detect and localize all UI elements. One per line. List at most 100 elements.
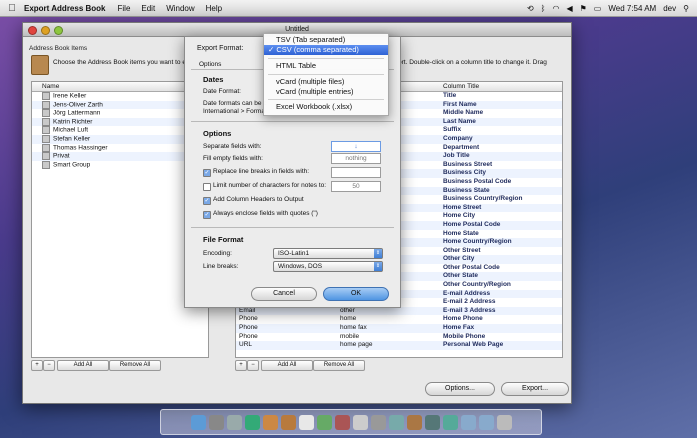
column-title-cell[interactable]: Job Title xyxy=(443,152,470,161)
finder-icon[interactable] xyxy=(190,414,206,430)
ichat-icon[interactable] xyxy=(262,414,278,430)
remove-button[interactable]: − xyxy=(43,360,55,371)
menu-item-csv[interactable]: ✓ CSV (comma separated) xyxy=(264,45,388,55)
wifi-icon[interactable]: ◠ xyxy=(552,4,559,13)
tab-options[interactable]: Options xyxy=(199,61,221,68)
column-title-cell[interactable]: Other Street xyxy=(443,247,481,256)
separate-fields-input[interactable]: ↓ xyxy=(331,141,381,152)
terminal-icon[interactable] xyxy=(424,414,440,430)
add-headers-checkbox[interactable]: ✓ xyxy=(203,197,211,205)
column-title-cell[interactable]: Other Country/Region xyxy=(443,281,511,290)
column-title-cell[interactable]: E-mail Address xyxy=(443,290,490,299)
list-item[interactable]: Jörg Lattermann xyxy=(32,109,208,118)
list-item[interactable]: Stefan Keller xyxy=(32,134,208,144)
ok-button[interactable]: OK xyxy=(323,287,389,301)
add-all-button-right[interactable]: Add All xyxy=(261,360,313,371)
column-title-cell[interactable]: Title xyxy=(443,92,456,101)
ical-icon[interactable] xyxy=(298,414,314,430)
remove-all-button-left[interactable]: Remove All xyxy=(109,360,161,371)
column-title-cell[interactable]: Home Fax xyxy=(443,324,474,333)
address-book-dock-icon[interactable] xyxy=(280,414,296,430)
preview-icon[interactable] xyxy=(352,414,368,430)
table-row[interactable]: Phone mobile Mobile Phone xyxy=(236,333,562,342)
trash-icon[interactable] xyxy=(496,414,512,430)
remove-all-button-right[interactable]: Remove All xyxy=(313,360,365,371)
add-button-right[interactable]: + xyxy=(235,360,247,371)
table-row[interactable]: URL home page Personal Web Page xyxy=(236,341,562,350)
options-button[interactable]: Options... xyxy=(425,382,495,396)
column-title-cell[interactable]: Suffix xyxy=(443,126,461,135)
column-title-cell[interactable]: Personal Web Page xyxy=(443,341,503,350)
column-title-cell[interactable]: Business Postal Code xyxy=(443,178,511,187)
list-item[interactable]: Irene Keller xyxy=(32,92,208,101)
menu-item-excel[interactable]: Excel Workbook (.xlsx) xyxy=(264,102,388,112)
menu-edit[interactable]: Edit xyxy=(141,4,155,13)
apple-menu-icon[interactable]:  xyxy=(0,3,24,14)
menu-item-vcard-entries[interactable]: vCard (multiple entries) xyxy=(264,87,388,97)
mail-icon[interactable] xyxy=(226,414,242,430)
column-title-cell[interactable]: Business Street xyxy=(443,161,492,170)
menu-file[interactable]: File xyxy=(118,4,131,13)
list-item[interactable]: Privat xyxy=(32,152,208,161)
column-title-cell[interactable]: Middle Name xyxy=(443,109,483,118)
column-title-cell[interactable]: Other State xyxy=(443,272,478,281)
utility-icon[interactable] xyxy=(388,414,404,430)
column-title-cell[interactable]: Home Country/Region xyxy=(443,238,512,247)
column-title-cell[interactable]: First Name xyxy=(443,101,477,110)
list-item[interactable]: Katrin Richter xyxy=(32,117,208,127)
name-column-header[interactable]: Name xyxy=(32,82,208,92)
script-icon[interactable] xyxy=(406,414,422,430)
close-icon[interactable] xyxy=(28,26,37,35)
column-title-cell[interactable]: Home Street xyxy=(443,204,481,213)
app-icon[interactable] xyxy=(442,414,458,430)
replace-breaks-checkbox[interactable]: ✓ xyxy=(203,169,211,177)
list-item[interactable]: Jens-Oliver Zarth xyxy=(32,100,208,110)
contacts-list[interactable]: Name Irene Keller Jens-Oliver Zarth Jörg L… xyxy=(31,81,209,358)
fill-empty-input[interactable]: nothing xyxy=(331,153,381,164)
column-title-cell[interactable]: Home Phone xyxy=(443,315,483,324)
enclose-quotes-checkbox[interactable]: ✓ xyxy=(203,211,211,219)
table-row[interactable]: Phone home fax Home Fax xyxy=(236,324,562,333)
battery-icon[interactable]: ▭ xyxy=(594,4,602,13)
itunes-icon[interactable] xyxy=(334,414,350,430)
column-title-cell[interactable]: Other Postal Code xyxy=(443,264,500,273)
flag-icon[interactable]: ⚑ xyxy=(580,4,587,13)
column-title-cell[interactable]: Business City xyxy=(443,169,486,178)
zoom-icon[interactable] xyxy=(54,26,63,35)
time-machine-icon[interactable]: ⟲ xyxy=(527,4,534,13)
column-title-cell[interactable]: E-mail 2 Address xyxy=(443,298,496,307)
column-title-cell[interactable]: Mobile Phone xyxy=(443,333,485,342)
remove-button-right[interactable]: − xyxy=(247,360,259,371)
table-row[interactable]: Email other E-mail 3 Address xyxy=(236,306,562,316)
cancel-button[interactable]: Cancel xyxy=(251,287,317,301)
table-row[interactable]: Phone home Home Phone xyxy=(236,315,562,324)
minimize-icon[interactable] xyxy=(41,26,50,35)
column-title-cell[interactable]: Company xyxy=(443,135,473,144)
clock[interactable]: Wed 7:54 AM xyxy=(608,4,656,13)
limit-notes-input[interactable]: 50 xyxy=(331,181,381,192)
list-item[interactable]: Smart Group xyxy=(32,160,208,170)
replace-breaks-input[interactable] xyxy=(331,167,381,178)
export-button[interactable]: Export... xyxy=(501,382,569,396)
column-title-cell[interactable]: Other City xyxy=(443,255,474,264)
list-item[interactable]: Thomas Hassinger xyxy=(32,143,208,153)
iphoto-icon[interactable] xyxy=(316,414,332,430)
column-title-cell[interactable]: Home State xyxy=(443,230,479,239)
menu-app-name[interactable]: Export Address Book xyxy=(24,4,106,13)
safari-icon[interactable] xyxy=(244,414,260,430)
menu-window[interactable]: Window xyxy=(166,4,194,13)
list-item[interactable]: Michael Luft xyxy=(32,126,208,135)
add-all-button-left[interactable]: Add All xyxy=(57,360,109,371)
bluetooth-icon[interactable]: ᛒ xyxy=(541,4,546,13)
column-title-cell[interactable]: Last Name xyxy=(443,118,476,127)
column-title-cell[interactable]: Home City xyxy=(443,212,475,221)
system-prefs-icon[interactable] xyxy=(370,414,386,430)
dashboard-icon[interactable] xyxy=(208,414,224,430)
menu-item-tsv[interactable]: TSV (Tab separated) xyxy=(264,35,388,45)
limit-notes-checkbox[interactable] xyxy=(203,183,211,191)
downloads-icon[interactable] xyxy=(478,414,494,430)
menu-help[interactable]: Help xyxy=(206,4,222,13)
column-title-cell[interactable]: Department xyxy=(443,144,479,153)
user-name[interactable]: dev xyxy=(663,4,676,13)
column-title-cell[interactable]: Home Postal Code xyxy=(443,221,500,230)
